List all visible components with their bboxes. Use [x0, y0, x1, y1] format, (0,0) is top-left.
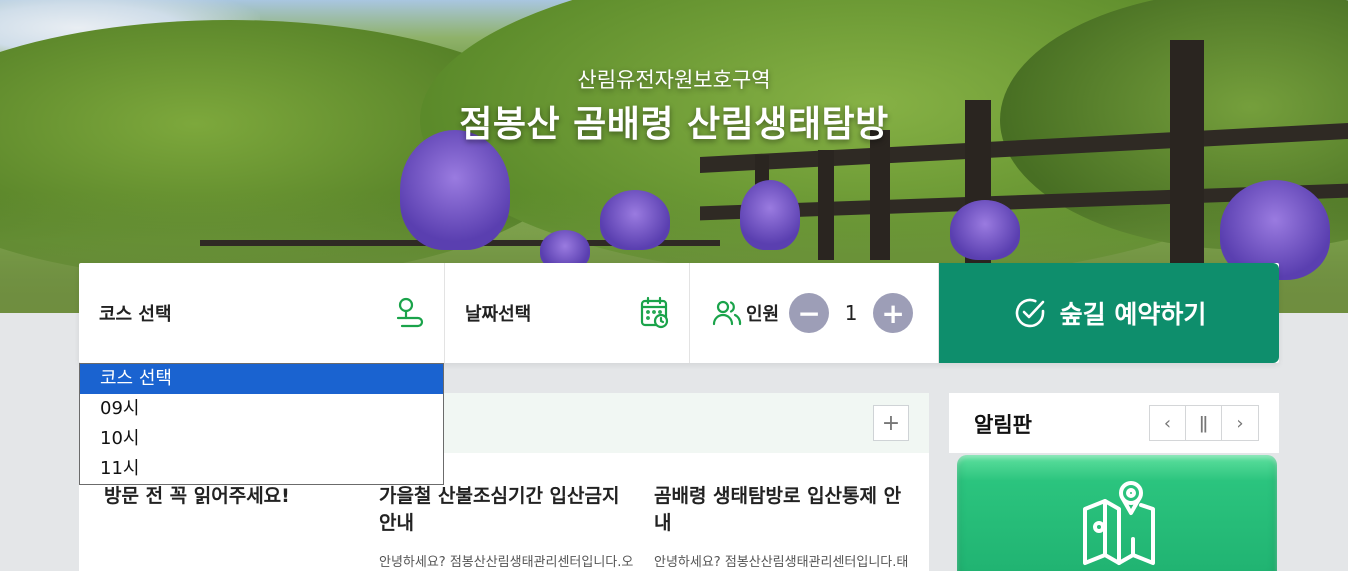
calendar-icon — [640, 296, 669, 329]
board-controls: ‹ ǁ › — [1149, 405, 1259, 441]
board-pause-button[interactable]: ǁ — [1186, 406, 1222, 440]
course-option[interactable]: 09시 — [80, 394, 443, 424]
notice-item[interactable]: 곰배령 생태탐방로 입산통제 안내 안녕하세요? 점봉산산림생태관리센터입니다.… — [654, 483, 909, 570]
notice-item[interactable]: 가을철 산불조심기간 입산금지 안내 안녕하세요? 점봉산산림생태관리센터입니다… — [379, 483, 634, 570]
course-select[interactable]: 코스 선택 — [79, 263, 445, 363]
board-next-button[interactable]: › — [1222, 406, 1258, 440]
notice-item[interactable]: 방문 전 꼭 읽어주세요! — [104, 483, 359, 524]
board-header: 알림판 ‹ ǁ › — [949, 393, 1279, 453]
people-counter: 인원 − 1 + — [690, 263, 939, 363]
notice-title: 가을철 산불조심기간 입산금지 안내 — [379, 485, 620, 534]
course-option[interactable]: 10시 — [80, 424, 443, 454]
board-slide[interactable] — [957, 455, 1277, 571]
alarm-board: 알림판 ‹ ǁ › — [949, 393, 1279, 571]
notice-desc: 안녕하세요? 점봉산산림생태관리센터입니다.오 — [379, 555, 634, 570]
increase-people-button[interactable]: + — [873, 293, 914, 333]
people-icon — [712, 300, 742, 326]
date-select-label: 날짜선택 — [465, 304, 532, 325]
people-label: 인원 — [746, 304, 780, 325]
trail-icon — [396, 297, 424, 328]
notice-title: 곰배령 생태탐방로 입산통제 안내 — [654, 485, 902, 534]
people-count: 1 — [844, 301, 858, 325]
hero-title: 점봉산 곰배령 산림생태탐방 — [459, 104, 889, 145]
date-select[interactable]: 날짜선택 — [445, 263, 690, 363]
map-pin-icon — [1083, 481, 1155, 565]
decrease-people-button[interactable]: − — [789, 293, 830, 333]
course-option[interactable]: 코스 선택 — [80, 364, 443, 394]
course-select-label: 코스 선택 — [99, 304, 172, 325]
board-prev-button[interactable]: ‹ — [1150, 406, 1186, 440]
more-notices-button[interactable]: + — [873, 405, 909, 441]
notice-title: 방문 전 꼭 읽어주세요! — [104, 485, 290, 507]
check-circle-icon — [1015, 298, 1044, 328]
board-title: 알림판 — [974, 413, 1032, 437]
reserve-button[interactable]: 숲길 예약하기 — [939, 263, 1279, 363]
reserve-button-label: 숲길 예약하기 — [1059, 300, 1207, 329]
hero-subtitle: 산림유전자원보호구역 — [577, 68, 771, 92]
notice-desc: 안녕하세요? 점봉산산림생태관리센터입니다.태 — [654, 555, 909, 570]
course-option[interactable]: 11시 — [80, 454, 443, 484]
course-dropdown: 코스 선택 09시 10시 11시 — [79, 363, 444, 485]
